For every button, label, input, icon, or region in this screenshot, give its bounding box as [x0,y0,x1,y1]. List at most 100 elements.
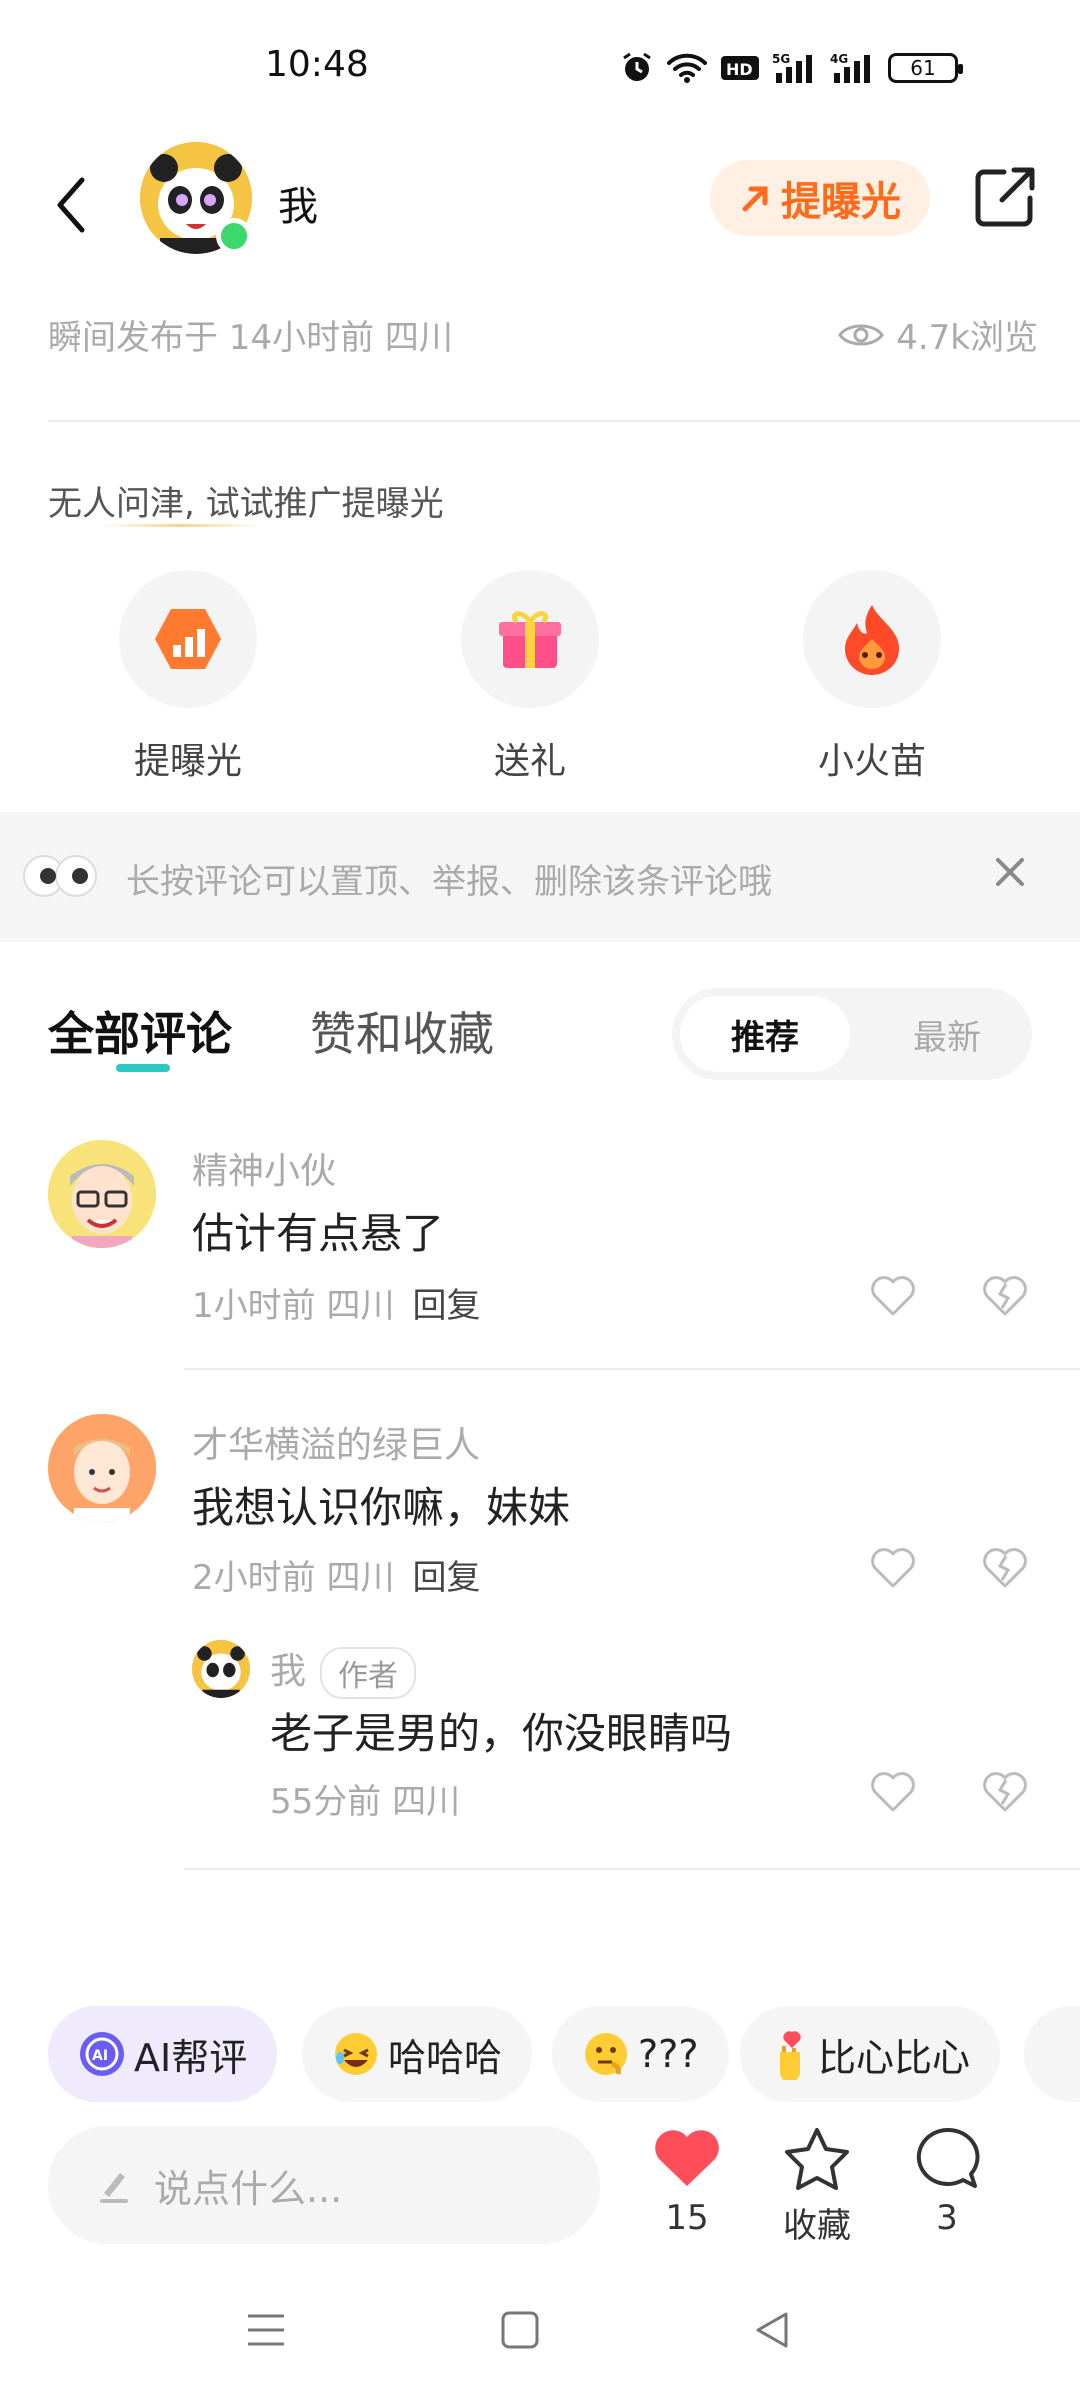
share-icon[interactable] [970,162,1040,232]
comment-tip-banner: 长按评论可以置顶、举报、删除该条评论哦 [0,812,1080,942]
post-header: 我 提曝光 [0,130,1080,280]
comment-separator [184,1368,1080,1370]
reply-avatar[interactable] [192,1640,250,1698]
menu-icon[interactable] [246,2310,286,2350]
promo-boost-button[interactable]: 提曝光 [88,570,288,784]
favorite-label: 收藏 [783,2206,851,2246]
comment-bubble-icon [916,2127,980,2188]
reply-button[interactable]: 回复 [412,1286,480,1326]
comment-author[interactable]: 精神小伙 [192,1142,336,1194]
post-time-location: 瞬间发布于 14小时前 四川 [48,318,453,358]
flame-icon [845,605,899,675]
boost-label: 提曝光 [781,179,901,225]
promo-gift-button[interactable]: 送礼 [430,570,630,784]
wifi-icon [667,53,707,83]
comment-avatar[interactable] [48,1414,156,1522]
svg-text:4G: 4G [830,52,848,66]
author-badge: 作者 [320,1647,417,1699]
dislike-broken-heart-icon[interactable] [980,1542,1030,1592]
ai-comment-chip[interactable]: AI AI帮评 [48,2006,278,2102]
heart-filled-icon [655,2130,719,2186]
laughing-emoji [335,2033,377,2075]
like-heart-icon[interactable] [868,1542,918,1592]
gift-icon [499,611,561,668]
reply-text: 老子是男的，你没眼睛吗 [270,1709,733,1758]
tip-text: 长按评论可以置顶、举报、删除该条评论哦 [126,862,772,902]
back-arrow-icon[interactable] [48,170,98,240]
comment-input[interactable]: 说点什么... [48,2126,600,2244]
status-time: 10:48 [265,44,369,85]
quick-reply-label: ??? [638,2032,699,2076]
svg-text:HD: HD [726,60,753,79]
reply-button[interactable]: 回复 [412,1558,480,1598]
promo-gift-label: 送礼 [493,741,566,782]
tab-all-comments[interactable]: 全部评论 [48,998,232,1064]
comment-text: 我想认识你嘛，妹妹 [192,1483,571,1532]
comment-meta: 2小时前 四川 回复 [192,1550,480,1599]
comment-author[interactable]: 才华横溢的绿巨人 [192,1416,480,1468]
sort-recommended-button[interactable]: 推荐 [680,996,850,1072]
active-tab-indicator [116,1064,170,1072]
promo-flame-label: 小火苗 [817,741,926,782]
sort-latest-button[interactable]: 最新 [872,996,1022,1072]
reply-time: 55分前 四川 [270,1782,461,1822]
view-count-label: 4.7k浏览 [896,318,1038,358]
signal-5g-icon: 5G [772,52,812,83]
status-bar: 10:48 HD 5G 4G 61 [0,0,1080,130]
promo-boost-circle [119,570,257,708]
comment-meta: 1小时前 四川 回复 [192,1278,480,1327]
post-meta: 瞬间发布于 14小时前 四川 4.7k浏览 [48,310,1038,360]
promo-tip: 无人问津, 试试推广提曝光 [48,484,444,524]
status-icons: HD 5G 4G 61 [620,48,963,88]
promo-boost-label: 提曝光 [133,741,242,782]
dislike-broken-heart-icon[interactable] [980,1766,1030,1816]
comment-count: 3 [936,2198,958,2238]
quick-reply-chip[interactable]: ??? [552,2006,729,2102]
eyes-icon [23,855,97,897]
home-square-icon[interactable] [500,2310,540,2350]
alarm-icon [623,52,651,81]
hd-icon: HD [721,56,759,80]
svg-text:AI: AI [92,2048,108,2064]
signal-4g-icon: 4G [830,52,870,83]
quick-reply-chip[interactable]: 哈哈哈 [302,2006,533,2102]
quick-reply-chip-partial[interactable] [1024,2006,1080,2102]
like-heart-icon[interactable] [868,1270,918,1320]
system-nav-bar [0,2290,1080,2400]
eye-icon [838,324,885,345]
comment-avatar[interactable] [48,1140,156,1248]
sort-toggle: 推荐 最新 [672,988,1032,1080]
battery-level: 61 [910,56,936,80]
boost-arrow-icon [742,186,768,212]
favorite-button[interactable]: 收藏 [762,2126,872,2247]
reply-author: 我作者 [270,1642,417,1699]
divider [48,420,1080,422]
promo-flame-button[interactable]: 小火苗 [772,570,972,784]
boost-button[interactable]: 提曝光 [710,160,930,236]
dislike-broken-heart-icon[interactable] [980,1270,1030,1320]
author-name: 我 [278,184,318,230]
like-heart-icon[interactable] [868,1766,918,1816]
like-count: 15 [665,2198,709,2238]
star-icon [785,2128,849,2190]
comment-text: 估计有点悬了 [192,1209,445,1258]
close-icon[interactable] [990,852,1030,892]
quick-reply-chip[interactable]: 比心比心 [740,2006,1001,2102]
thinking-emoji [585,2033,627,2075]
comment-time: 1小时前 四川 [192,1286,395,1326]
quick-reply-label: 哈哈哈 [388,2035,503,2080]
comment-input-placeholder: 说点什么... [154,2166,343,2211]
back-triangle-icon[interactable] [752,2310,792,2350]
reply-author-name[interactable]: 我 [270,1651,306,1692]
battery-icon: 61 [888,53,963,83]
tab-likes-favorites[interactable]: 赞和收藏 [310,998,494,1064]
promo-flame-circle [803,570,941,708]
ai-chip-label: AI帮评 [134,2035,248,2080]
pen-icon [100,2173,128,2203]
promo-tip-underline [100,524,260,527]
like-button[interactable]: 15 [632,2126,742,2238]
comment-time: 2小时前 四川 [192,1558,395,1598]
comment-separator [184,1868,1080,1870]
boost-icon [155,609,221,669]
comment-count-button[interactable]: 3 [892,2126,1002,2238]
